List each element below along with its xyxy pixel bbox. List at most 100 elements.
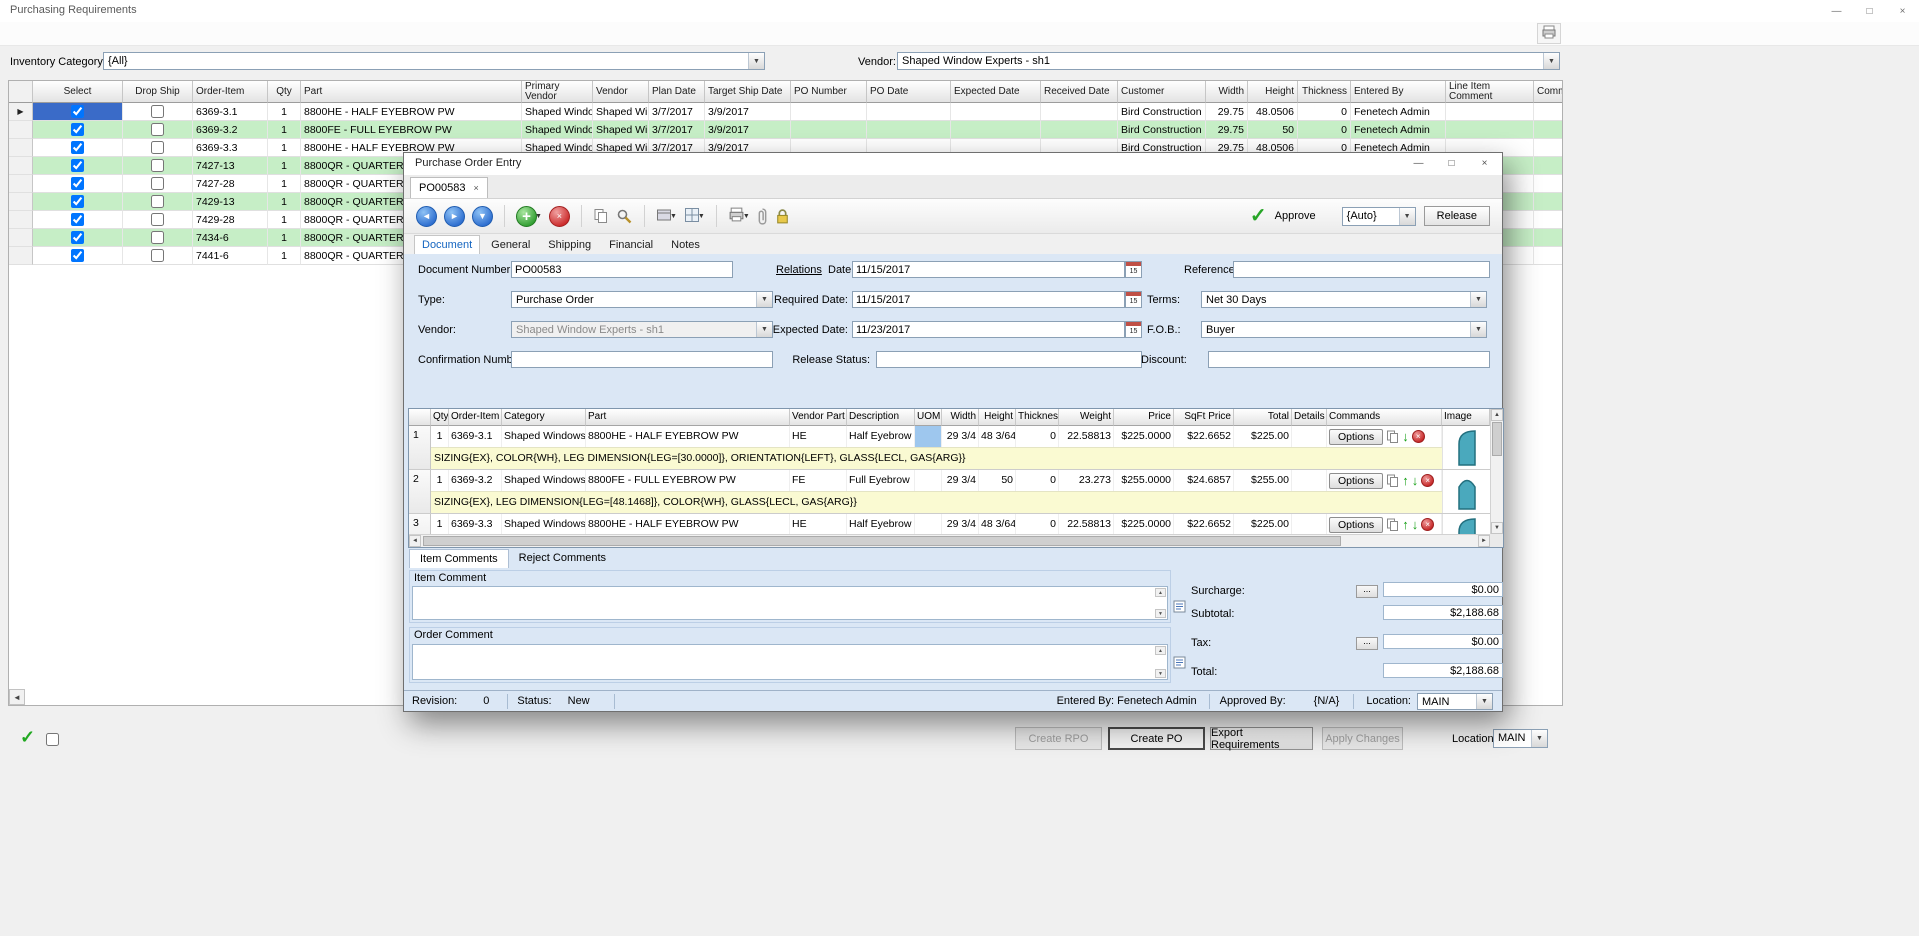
req-cell-drop_ship[interactable] [123, 211, 193, 229]
item-cell-category[interactable]: Shaped Windows [502, 426, 586, 447]
item-cell-width[interactable]: 29 3/4 [942, 426, 979, 447]
select-checkbox[interactable] [71, 177, 84, 190]
item-options-dropdown-icon[interactable]: ▼ [670, 213, 677, 220]
req-cell-qty[interactable]: 1 [268, 229, 301, 247]
order-comment-detail-icon[interactable] [1172, 655, 1187, 670]
items-column-header[interactable]: Part [586, 409, 790, 426]
item-comment-scrollbar[interactable]: ▲ ▼ [1155, 588, 1166, 618]
move-down-icon[interactable]: ↓ [1412, 474, 1419, 487]
req-cell-comm[interactable] [1534, 211, 1563, 229]
item-shape-image[interactable] [1442, 470, 1490, 513]
select-checkbox[interactable] [71, 141, 84, 154]
delete-row-icon[interactable]: × [1412, 430, 1425, 443]
release-status-input[interactable] [876, 351, 1142, 368]
req-cell-qty[interactable]: 1 [268, 211, 301, 229]
item-cell-uom[interactable] [915, 514, 942, 534]
req-cell-order_item[interactable]: 7429-13 [193, 193, 268, 211]
expected-date-calendar-button[interactable]: 15 [1125, 321, 1142, 338]
req-column-header[interactable]: PO Date [867, 81, 951, 103]
items-vscrollbar[interactable]: ▲ ▼ [1490, 409, 1503, 534]
date-calendar-button[interactable]: 15 [1125, 261, 1142, 278]
req-cell-order_item[interactable]: 7441-6 [193, 247, 268, 265]
req-column-header[interactable]: Part [301, 81, 522, 103]
req-column-header[interactable]: Order-Item [193, 81, 268, 103]
req-column-header[interactable]: Thickness [1298, 81, 1351, 103]
req-cell-thickness[interactable]: 0 [1298, 121, 1351, 139]
req-column-header[interactable]: Entered By [1351, 81, 1446, 103]
po-item-row[interactable]: 116369-3.1Shaped Windows8800HE - HALF EY… [409, 426, 1490, 470]
inventory-category-select[interactable]: {All}▼ [103, 52, 765, 70]
scroll-up-icon[interactable]: ▲ [1155, 646, 1166, 655]
req-cell-po_number[interactable] [791, 103, 867, 121]
item-cell-description[interactable]: Half Eyebrow [847, 426, 915, 447]
req-cell-qty[interactable]: 1 [268, 103, 301, 121]
item-cell-details[interactable] [1292, 514, 1327, 534]
scroll-down-icon[interactable]: ▼ [1491, 522, 1503, 534]
scroll-up-icon[interactable]: ▲ [1155, 588, 1166, 597]
item-cell-category[interactable]: Shaped Windows [502, 470, 586, 491]
tab-general[interactable]: General [484, 236, 537, 254]
item-cell-order_item[interactable]: 6369-3.1 [449, 426, 502, 447]
reference-input[interactable] [1233, 261, 1490, 278]
type-select[interactable]: Purchase Order▼ [511, 291, 773, 308]
item-cell-order_item[interactable]: 6369-3.3 [449, 514, 502, 534]
item-cell-part[interactable]: 8800HE - HALF EYEBROW PW [586, 426, 790, 447]
req-column-header[interactable]: Received Date [1041, 81, 1118, 103]
req-column-header[interactable]: Vendor [593, 81, 649, 103]
delete-row-icon[interactable]: × [1421, 474, 1434, 487]
req-cell-po_date[interactable] [867, 121, 951, 139]
items-column-header[interactable]: Category [502, 409, 586, 426]
item-cell-weight[interactable]: 22.58813 [1059, 514, 1114, 534]
req-cell-target_ship_date[interactable]: 3/9/2017 [705, 121, 791, 139]
req-cell-drop_ship[interactable] [123, 103, 193, 121]
dialog-maximize-button[interactable]: □ [1435, 153, 1468, 174]
req-column-header[interactable]: Target Ship Date [705, 81, 791, 103]
req-cell-comm[interactable] [1534, 139, 1563, 157]
print-dropdown-icon[interactable]: ▼ [743, 213, 750, 220]
move-down-icon[interactable]: ↓ [1402, 430, 1409, 443]
drop-ship-checkbox[interactable] [151, 231, 164, 244]
item-cell-price[interactable]: $225.0000 [1114, 426, 1174, 447]
item-comment-detail-icon[interactable] [1172, 599, 1187, 614]
item-cell-vendor_part[interactable]: HE [790, 514, 847, 534]
scroll-right-icon[interactable]: ► [1478, 535, 1490, 547]
req-cell-select[interactable] [33, 103, 123, 121]
req-cell-qty[interactable]: 1 [268, 175, 301, 193]
req-column-header[interactable]: Select [33, 81, 123, 103]
req-cell-comm[interactable] [1534, 175, 1563, 193]
req-cell-select[interactable] [33, 121, 123, 139]
req-cell-po_date[interactable] [867, 103, 951, 121]
drop-ship-checkbox[interactable] [151, 159, 164, 172]
item-cell-uom[interactable] [915, 426, 942, 447]
req-cell-expected_date[interactable] [951, 103, 1041, 121]
order-comment-scrollbar[interactable]: ▲ ▼ [1155, 646, 1166, 678]
req-column-header[interactable]: Line Item Comment [1446, 81, 1534, 103]
req-cell-plan_date[interactable]: 3/7/2017 [649, 121, 705, 139]
copy-row-icon[interactable] [1386, 474, 1399, 487]
req-cell-order_item[interactable]: 6369-3.1 [193, 103, 268, 121]
req-column-header[interactable]: Primary Vendor [522, 81, 593, 103]
drop-ship-checkbox[interactable] [151, 123, 164, 136]
select-checkbox[interactable] [71, 159, 84, 172]
add-item-dropdown-icon[interactable]: ▼ [535, 213, 542, 220]
items-column-header[interactable]: SqFt Price [1174, 409, 1234, 426]
options-button[interactable]: Options [1329, 473, 1383, 489]
item-cell-uom[interactable] [915, 470, 942, 491]
statusbar-location-select[interactable]: MAIN▼ [1417, 693, 1493, 710]
item-cell-price[interactable]: $225.0000 [1114, 514, 1174, 534]
items-column-header[interactable]: Details [1292, 409, 1327, 426]
req-cell-customer[interactable]: Bird Construction [1118, 121, 1206, 139]
items-column-header[interactable]: Order-Item [449, 409, 502, 426]
expected-date-input[interactable]: 11/23/2017 [852, 321, 1125, 338]
item-cell-thickness[interactable]: 0 [1016, 470, 1059, 491]
print-grid-button[interactable] [1537, 23, 1561, 44]
tax-options-button[interactable]: ... [1356, 637, 1378, 650]
tab-shipping[interactable]: Shipping [541, 236, 598, 254]
item-cell-sqft_price[interactable]: $22.6652 [1174, 426, 1234, 447]
drop-ship-checkbox[interactable] [151, 249, 164, 262]
tax-value[interactable]: $0.00 [1383, 634, 1503, 649]
apply-changes-button[interactable]: Apply Changes [1322, 727, 1403, 750]
item-cell-order_item[interactable]: 6369-3.2 [449, 470, 502, 491]
req-cell-order_item[interactable]: 7427-13 [193, 157, 268, 175]
item-cell-thickness[interactable]: 0 [1016, 514, 1059, 534]
